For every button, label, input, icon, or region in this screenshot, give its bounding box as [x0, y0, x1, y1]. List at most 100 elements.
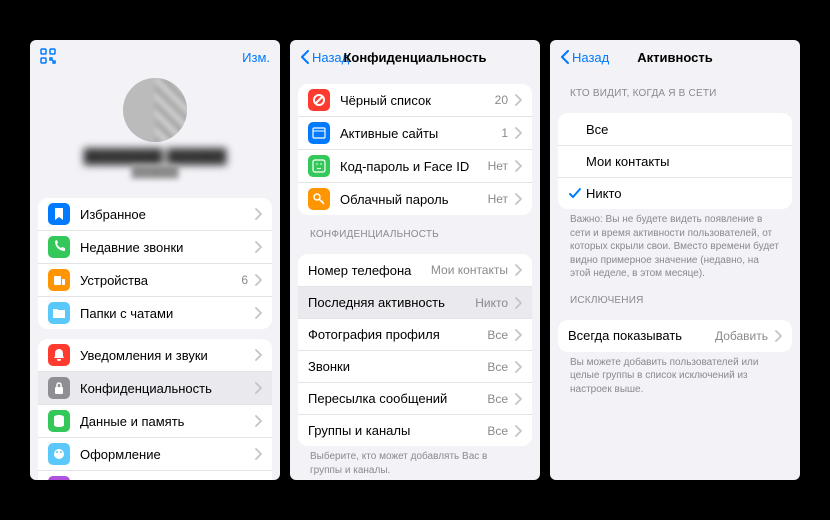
row-label: Устройства — [80, 273, 235, 288]
back-label: Назад — [572, 50, 609, 65]
profile-header[interactable]: ████████ ██████ ██████ — [38, 74, 272, 188]
list-item[interactable]: Недавние звонки — [38, 230, 272, 263]
settings-group-2: Уведомления и звуки Конфиденциальность Дан… — [38, 339, 272, 480]
privacy-footer: Выберите, кто может добавлять Вас в груп… — [298, 446, 532, 477]
chevron-right-icon — [254, 241, 262, 253]
block-icon — [308, 89, 330, 111]
edit-button[interactable]: Изм. — [242, 50, 270, 65]
list-item[interactable]: Облачный парольНет — [298, 182, 532, 215]
browser-icon — [308, 122, 330, 144]
list-item[interactable]: Избранное — [38, 198, 272, 230]
settings-topbar: Изм. — [30, 40, 280, 74]
row-label: Данные и память — [80, 414, 248, 429]
delete-header: УДАЛИТЬ АККАУНТ АВТОМАТИЧЕСКИ — [298, 477, 532, 480]
back-button[interactable]: Назад — [300, 50, 349, 65]
list-item[interactable]: Конфиденциальность — [38, 371, 272, 404]
row-value: Мои контакты — [431, 263, 508, 277]
row-label: Группы и каналы — [308, 423, 481, 438]
back-label: Назад — [312, 50, 349, 65]
key-icon — [308, 188, 330, 210]
folder-icon — [48, 302, 70, 324]
list-item[interactable]: Данные и память — [38, 404, 272, 437]
chevron-right-icon — [774, 330, 782, 342]
privacy-scroll: Чёрный список20Активные сайты1Код-пароль… — [290, 74, 540, 480]
row-label: Облачный пароль — [340, 192, 482, 207]
activity-choices: Все Мои контакты Никто — [558, 113, 792, 209]
list-item[interactable]: Группы и каналыВсе — [298, 414, 532, 446]
checkmark-icon — [568, 187, 586, 201]
chevron-right-icon — [254, 415, 262, 427]
activity-scroll: КТО ВИДИТ, КОГДА Я В СЕТИ Все Мои контакт… — [550, 74, 800, 480]
list-item[interactable]: Последняя активностьНикто — [298, 286, 532, 318]
row-value: Нет — [488, 159, 508, 173]
user-name: ████████ ██████ — [38, 148, 272, 164]
row-label: Папки с чатами — [80, 306, 248, 321]
privacy-group-security: Чёрный список20Активные сайты1Код-пароль… — [298, 84, 532, 215]
row-value: Добавить — [715, 329, 768, 343]
chevron-right-icon — [254, 274, 262, 286]
choice-item[interactable]: Мои контакты — [558, 145, 792, 177]
list-item[interactable]: Пересылка сообщенийВсе — [298, 382, 532, 414]
chevron-right-icon — [514, 425, 522, 437]
chevron-right-icon — [514, 329, 522, 341]
list-item[interactable]: Фотография профиля Все — [298, 318, 532, 350]
activity-panel: Назад Активность КТО ВИДИТ, КОГДА Я В СЕ… — [550, 40, 800, 480]
chevron-right-icon — [254, 208, 262, 220]
list-item[interactable]: Звонки Все — [298, 350, 532, 382]
faceid-icon — [308, 155, 330, 177]
chevron-right-icon — [514, 193, 522, 205]
exceptions-footer: Вы можете добавить пользователей или цел… — [558, 352, 792, 397]
row-label: Конфиденциальность — [80, 381, 248, 396]
list-item[interactable]: Активные сайты1 — [298, 116, 532, 149]
chevron-right-icon — [514, 264, 522, 276]
who-sees-footer: Важно: Вы не будете видеть появление в с… — [558, 209, 792, 281]
list-item[interactable]: Всегда показыватьДобавить — [558, 320, 792, 352]
list-item[interactable]: Чёрный список20 — [298, 84, 532, 116]
row-label: Язык — [80, 480, 197, 481]
chevron-right-icon — [254, 382, 262, 394]
chevron-right-icon — [254, 349, 262, 361]
devices-icon — [48, 269, 70, 291]
back-button[interactable]: Назад — [560, 50, 609, 65]
list-item[interactable]: Папки с чатами — [38, 296, 272, 329]
privacy-topbar: Назад Конфиденциальность — [290, 40, 540, 74]
chevron-right-icon — [514, 297, 522, 309]
row-value: Все — [487, 360, 508, 374]
list-item[interactable]: Уведомления и звуки — [38, 339, 272, 371]
activity-topbar: Назад Активность — [550, 40, 800, 74]
settings-scroll: ████████ ██████ ██████ ИзбранноеНедавние… — [30, 74, 280, 480]
qr-icon[interactable] — [40, 48, 56, 67]
privacy-group-main: Номер телефона Мои контакты Последняя акти… — [298, 254, 532, 446]
who-sees-header: КТО ВИДИТ, КОГДА Я В СЕТИ — [558, 74, 792, 103]
chevron-right-icon — [254, 307, 262, 319]
row-label: Звонки — [308, 359, 481, 374]
choice-item[interactable]: Все — [558, 113, 792, 145]
chevron-right-icon — [514, 160, 522, 172]
row-label: Номер телефона — [308, 263, 425, 278]
list-item[interactable]: Устройства 6 — [38, 263, 272, 296]
row-value: Все — [487, 328, 508, 342]
list-item[interactable]: Код-пароль и Face ID Нет — [298, 149, 532, 182]
globe-icon — [48, 476, 70, 480]
list-item[interactable]: Оформление — [38, 437, 272, 470]
list-item[interactable]: Номер телефона Мои контакты — [298, 254, 532, 286]
row-value: 1 — [501, 126, 508, 140]
chevron-right-icon — [514, 94, 522, 106]
brush-icon — [48, 443, 70, 465]
bookmark-icon — [48, 203, 70, 225]
choice-item[interactable]: Никто — [558, 177, 792, 209]
exceptions-group: Всегда показыватьДобавить — [558, 320, 792, 352]
row-label: Последняя активность — [308, 295, 469, 310]
privacy-header: КОНФИДЕНЦИАЛЬНОСТЬ — [298, 215, 532, 244]
row-label: Фотография профиля — [308, 327, 481, 342]
privacy-panel: Назад Конфиденциальность Чёрный список20… — [290, 40, 540, 480]
settings-panel: Изм. ████████ ██████ ██████ ИзбранноеНед… — [30, 40, 280, 480]
choice-label: Мои контакты — [586, 154, 670, 169]
row-label: Уведомления и звуки — [80, 348, 248, 363]
list-item[interactable]: ЯзыкРусский — [38, 470, 272, 480]
row-value: 6 — [241, 273, 248, 287]
avatar[interactable] — [123, 78, 187, 142]
choice-label: Никто — [586, 186, 622, 201]
row-label: Код-пароль и Face ID — [340, 159, 482, 174]
row-value: 20 — [495, 93, 508, 107]
